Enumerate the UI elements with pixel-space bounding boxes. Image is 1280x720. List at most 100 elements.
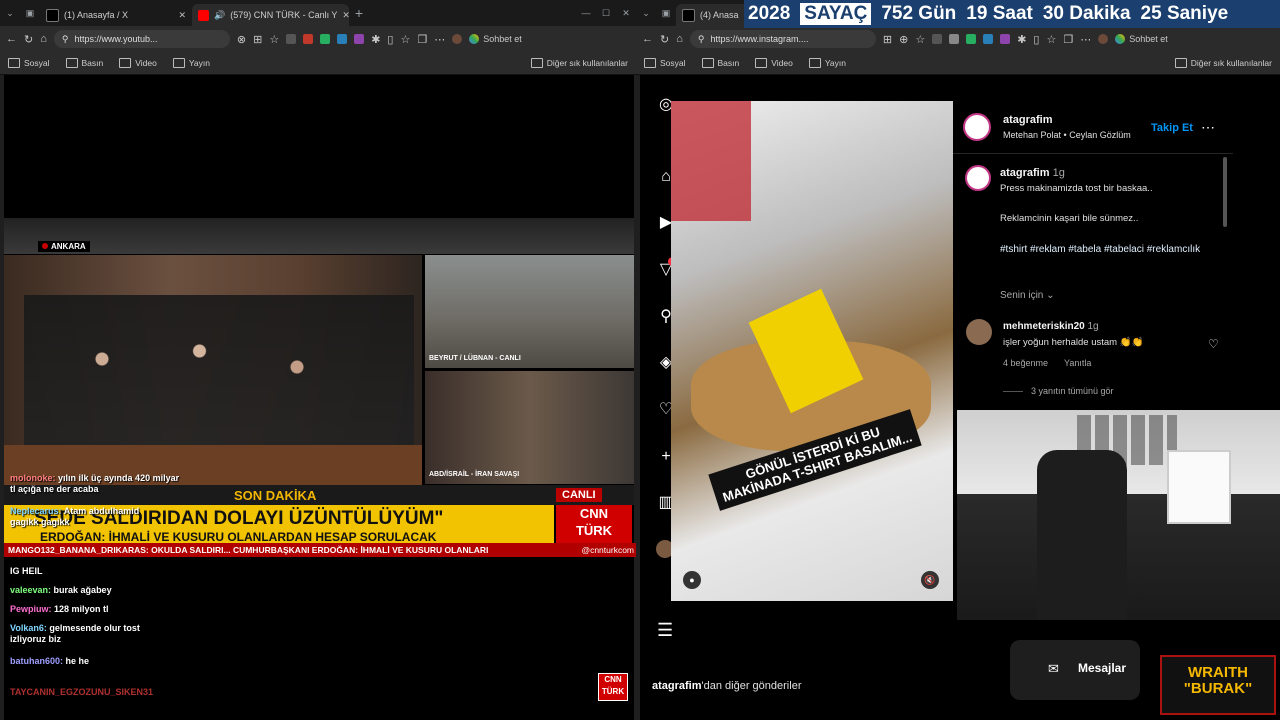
breaking-news-label: SON DAKİKA — [234, 488, 317, 503]
extension-icon[interactable] — [354, 34, 365, 44]
hashtags[interactable]: #tshirt #reklam #tabela #tabelaci #rekla… — [1000, 242, 1210, 257]
mute-icon[interactable]: 🔇 — [921, 571, 939, 589]
tab-x-home[interactable]: (1) Anasayfa / X ✕ — [40, 4, 192, 26]
extension-icon[interactable] — [932, 34, 943, 44]
close-tab-icon[interactable]: ✕ — [342, 10, 349, 21]
view-replies-link[interactable]: 3 yanıtın tümünü gör — [1031, 386, 1114, 396]
translate-icon[interactable] — [983, 34, 994, 44]
side-feed-iran: ABD/İSRAİL - İRAN SAVAŞI — [425, 371, 634, 484]
extension-icon[interactable] — [303, 34, 314, 44]
extensions-puzzle-icon[interactable]: ✱ — [371, 33, 380, 46]
chat-button[interactable]: Sohbet et — [1129, 34, 1168, 44]
tab-list-chevron-icon[interactable]: ⌄ — [636, 8, 656, 19]
like-comment-icon[interactable]: ♡ — [1208, 337, 1219, 351]
translate-icon[interactable] — [337, 34, 348, 44]
sidebar-icon[interactable]: ▯ — [387, 33, 393, 46]
close-window-icon[interactable]: ✕ — [616, 8, 636, 19]
side-feed-caption: ABD/İSRAİL - İRAN SAVAŞI — [429, 471, 520, 478]
folder-icon — [530, 58, 543, 68]
chat-button[interactable]: Sohbet et — [483, 34, 522, 44]
collections-icon[interactable]: ❐ — [1063, 33, 1073, 46]
author-avatar[interactable] — [963, 113, 991, 141]
address-bar[interactable]: ⚲ https://www.youtub... — [53, 30, 230, 48]
maximize-icon[interactable]: ☐ — [596, 8, 616, 19]
other-bookmarks[interactable]: Diğer sık kullanılanlar — [530, 58, 628, 68]
extension-icon[interactable] — [286, 34, 297, 44]
other-bookmarks[interactable]: Diğer sık kullanılanlar — [1174, 58, 1272, 68]
workspaces-icon[interactable]: ▣ — [656, 8, 676, 19]
bookmark-folder[interactable]: Sosyal — [644, 58, 686, 68]
follow-button[interactable]: Takip Et — [1151, 122, 1193, 134]
split-icon[interactable]: ⊞ — [253, 33, 262, 46]
reply-link[interactable]: Yanıtla — [1064, 358, 1091, 368]
bookmark-label: Basın — [81, 58, 104, 68]
address-bar[interactable]: ⚲ https://www.instagram.... — [689, 30, 876, 48]
chat-text: IG HEIL — [10, 566, 43, 576]
bookmark-label: Diğer sık kullanılanlar — [546, 58, 628, 68]
commenter-avatar[interactable] — [966, 319, 992, 345]
extension-icon[interactable] — [1000, 34, 1011, 44]
avatar[interactable] — [452, 34, 463, 44]
for-you-dropdown[interactable]: Senin için ⌄ — [1000, 290, 1055, 301]
new-tab-icon[interactable]: + — [349, 5, 369, 21]
more-options-icon[interactable]: ⋯ — [1201, 119, 1215, 136]
tagged-user-icon[interactable]: ● — [683, 571, 701, 589]
extension-icon[interactable] — [966, 34, 977, 44]
comment-likes[interactable]: 4 beğenme — [1003, 358, 1048, 368]
more-icon[interactable]: ⋯ — [434, 33, 445, 46]
speaker-icon[interactable]: 🔊 — [214, 10, 225, 21]
app-icon[interactable]: ⊗ — [237, 33, 246, 46]
app-icon[interactable]: ⊞ — [883, 33, 892, 46]
back-icon[interactable]: ← — [642, 33, 653, 45]
messages-label: Mesajlar — [1078, 661, 1127, 675]
comment-username[interactable]: mehmeteriskin20 1g — [1003, 321, 1099, 332]
home-icon[interactable]: ⌂ — [40, 33, 47, 45]
menu-icon[interactable]: ☰ — [657, 620, 673, 641]
bookmark-folder[interactable]: Basın — [701, 58, 739, 68]
bookmark-folder[interactable]: Yayın — [808, 58, 846, 68]
music-name[interactable]: Ceylan Gözlüm — [1069, 130, 1131, 140]
location-label: ANKARA — [38, 241, 90, 252]
scrollbar[interactable] — [1223, 157, 1227, 227]
bookmark-folder[interactable]: Video — [119, 58, 157, 68]
caption-avatar[interactable] — [965, 165, 991, 191]
favorite-star-icon[interactable]: ☆ — [269, 33, 279, 46]
zoom-icon[interactable]: ⊕ — [899, 33, 908, 46]
news-crawl: MANGO132_BANANA_DRIKARAS: OKULDA SALDIRI… — [4, 543, 636, 557]
refresh-icon[interactable]: ↻ — [660, 33, 669, 46]
favorite-star-icon[interactable]: ☆ — [915, 33, 925, 46]
more-icon[interactable]: ⋯ — [1080, 33, 1091, 46]
refresh-icon[interactable]: ↻ — [24, 33, 33, 46]
bookmark-folder[interactable]: Video — [755, 58, 793, 68]
bookmark-folder[interactable]: Sosyal — [8, 58, 50, 68]
collections-icon[interactable]: ❐ — [417, 33, 427, 46]
close-tab-icon[interactable]: ✕ — [178, 10, 186, 21]
bookmark-folder[interactable]: Yayın — [172, 58, 210, 68]
avatar[interactable] — [1098, 34, 1109, 44]
author-username[interactable]: atagrafim — [1003, 114, 1053, 126]
chat-text: he he — [65, 656, 90, 666]
post-video[interactable]: GÖNÜL İSTERDİ Kİ BU MAKİNADA T-SHIRT BAS… — [671, 101, 953, 601]
chat-message: Volkan6: gelmesende olur tost izliyoruz … — [10, 623, 170, 645]
sidebar-icon[interactable]: ▯ — [1033, 33, 1039, 46]
caption-username[interactable]: atagrafim 1g — [1000, 167, 1065, 179]
tab-cnn-turk[interactable]: 🔊 (579) CNN TÜRK - Canlı Y ✕ — [192, 4, 349, 26]
home-icon[interactable]: ⌂ — [676, 33, 683, 45]
youtube-video-player[interactable]: ANKARA BEYRUT / LÜBNAN - CANLI ABD/İSRAİ… — [4, 75, 636, 720]
collab-user[interactable]: Metehan Polat — [1003, 130, 1061, 140]
x-logo-icon — [46, 8, 59, 22]
favorites-icon[interactable]: ☆ — [1046, 33, 1056, 46]
copilot-icon[interactable] — [1115, 34, 1126, 44]
extension-icon[interactable] — [949, 34, 960, 44]
back-icon[interactable]: ← — [6, 33, 17, 45]
favorites-icon[interactable]: ☆ — [400, 33, 410, 46]
extensions-puzzle-icon[interactable]: ✱ — [1017, 33, 1026, 46]
extension-icon[interactable] — [320, 34, 331, 44]
wraith-line2: "BURAK" — [1183, 680, 1253, 697]
tab-list-chevron-icon[interactable]: ⌄ — [0, 8, 20, 19]
more-from-user[interactable]: atagrafim'dan diğer gönderiler — [652, 680, 801, 692]
minimize-icon[interactable]: — — [576, 8, 596, 18]
copilot-icon[interactable] — [469, 34, 480, 44]
workspaces-icon[interactable]: ▣ — [20, 8, 40, 19]
bookmark-folder[interactable]: Basın — [65, 58, 104, 68]
